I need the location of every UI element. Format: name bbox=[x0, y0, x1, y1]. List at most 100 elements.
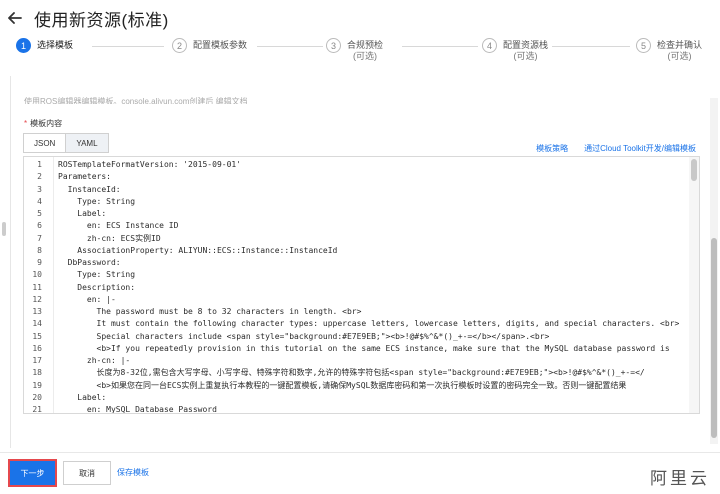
step-number: 5 bbox=[636, 38, 651, 53]
format-tabs: JSON YAML bbox=[23, 133, 109, 153]
code-line: 13 The password must be 8 to 32 characte… bbox=[24, 306, 699, 318]
editor-scrollbar[interactable] bbox=[689, 157, 699, 413]
step-label: 配置资源栈 (可选) bbox=[503, 40, 549, 61]
editor-links: 模板策略 通过Cloud Toolkit开发/编辑模板 bbox=[536, 143, 696, 154]
line-number: 21 bbox=[32, 405, 42, 414]
sidebar-collapse-handle[interactable] bbox=[2, 222, 6, 236]
line-number: 6 bbox=[37, 221, 42, 231]
code-line: 17 zh-cn: |- bbox=[24, 355, 699, 367]
line-number: 5 bbox=[37, 209, 42, 218]
line-number: 18 bbox=[32, 368, 42, 378]
step-connector bbox=[257, 46, 323, 47]
step-number: 1 bbox=[16, 38, 31, 53]
tab-json[interactable]: JSON bbox=[23, 133, 67, 153]
code-line: 5 Label: bbox=[24, 208, 699, 220]
code-line: 10 Type: String bbox=[24, 269, 699, 281]
step-1: 1 选择模板 bbox=[16, 38, 73, 53]
code-text: <b>If you repeatedly provision in this t… bbox=[58, 343, 670, 353]
code-line: 14 It must contain the following charact… bbox=[24, 318, 699, 330]
code-line: 12 en: |- bbox=[24, 294, 699, 306]
cancel-button[interactable]: 取消 bbox=[63, 461, 111, 485]
code-text: <b>如果您在同一台ECS实例上重复执行本教程的一键配置模板,请确保MySQL数… bbox=[58, 380, 627, 390]
code-line: 11 Description: bbox=[24, 282, 699, 294]
code-text: 长度为8-32位,需包含大写字母、小写字母、特殊字符和数字,允许的特殊字符包括<… bbox=[58, 368, 645, 378]
step-connector bbox=[92, 46, 164, 47]
code-text: Description: bbox=[58, 282, 136, 292]
page-scrollbar[interactable] bbox=[710, 98, 718, 444]
step-number: 2 bbox=[172, 38, 187, 53]
tab-yaml[interactable]: YAML bbox=[65, 133, 109, 153]
page-header: 使用新资源(标准) bbox=[0, 0, 720, 36]
code-line: 6 en: ECS Instance ID bbox=[24, 220, 699, 232]
line-number: 19 bbox=[32, 380, 42, 390]
line-number: 3 bbox=[37, 184, 42, 194]
step-4: 4 配置资源栈 (可选) bbox=[482, 38, 548, 62]
code-line: 1 ROSTemplateFormatVersion: '2015-09-01' bbox=[24, 159, 699, 171]
code-editor[interactable]: 1 ROSTemplateFormatVersion: '2015-09-01' 2… bbox=[23, 156, 700, 414]
code-line: 8 AssociationProperty: ALIYUN::ECS::Inst… bbox=[24, 245, 699, 257]
line-number: 9 bbox=[37, 258, 42, 267]
footer-bar: 下一步 取消 保存模板 bbox=[0, 452, 720, 494]
line-number: 17 bbox=[32, 356, 42, 365]
code-text: Label: bbox=[58, 209, 107, 218]
code-text: DbPassword: bbox=[58, 258, 121, 267]
page-scrollbar-thumb[interactable] bbox=[711, 238, 717, 438]
line-number: 13 bbox=[32, 307, 42, 316]
save-template-link[interactable]: 保存模板 bbox=[117, 467, 149, 478]
code-text: Label: bbox=[58, 392, 107, 402]
code-line: 18 长度为8-32位,需包含大写字母、小写字母、特殊字符和数字,允许的特殊字符… bbox=[24, 367, 699, 379]
page-title: 使用新资源(标准) bbox=[34, 10, 169, 30]
line-number: 14 bbox=[32, 319, 42, 329]
code-text: Type: String bbox=[58, 270, 136, 280]
line-number: 1 bbox=[37, 160, 42, 169]
step-label: 选择模板 bbox=[37, 40, 74, 50]
line-number: 15 bbox=[32, 331, 42, 341]
code-line: 3 InstanceId: bbox=[24, 184, 699, 196]
step-connector bbox=[402, 46, 478, 47]
code-text: en: |- bbox=[58, 294, 116, 304]
step-2: 2 配置模板参数 bbox=[172, 38, 247, 53]
required-mark: * bbox=[24, 119, 28, 128]
code-text: Parameters: bbox=[58, 172, 111, 182]
template-hint-text: 使用ROS编辑器编辑模板。console.aliyun.com创建后 编辑文档 bbox=[24, 97, 248, 104]
step-number: 4 bbox=[482, 38, 497, 53]
editor-scrollbar-thumb[interactable] bbox=[691, 159, 697, 181]
line-number: 7 bbox=[37, 233, 42, 243]
code-line: 20 Label: bbox=[24, 392, 699, 404]
step-3: 3 合规预检 (可选) bbox=[326, 38, 383, 62]
code-text: ROSTemplateFormatVersion: '2015-09-01' bbox=[58, 160, 242, 169]
code-text: Type: String bbox=[58, 196, 136, 206]
code-line: 15 Special characters include <span styl… bbox=[24, 331, 699, 343]
code-text: en: ECS Instance ID bbox=[58, 221, 179, 231]
code-text: en: MySQL Database Password bbox=[58, 405, 217, 414]
code-text: zh-cn: ECS实例ID bbox=[58, 233, 161, 243]
template-policy-link[interactable]: 模板策略 bbox=[536, 143, 568, 154]
line-number: 8 bbox=[37, 245, 42, 255]
steps-bar: 1 选择模板 2 配置模板参数 3 合规预检 (可选) 4 配置资源栈 (可选) 5… bbox=[0, 38, 720, 72]
line-number: 12 bbox=[32, 294, 42, 304]
code-line: 21 en: MySQL Database Password bbox=[24, 404, 699, 414]
line-number: 20 bbox=[32, 392, 42, 402]
back-arrow-icon[interactable] bbox=[8, 10, 24, 26]
code-line: 2 Parameters: bbox=[24, 171, 699, 183]
step-5: 5 检查并确认 (可选) bbox=[636, 38, 702, 62]
step-label: 合规预检 (可选) bbox=[347, 40, 384, 61]
step-label: 配置模板参数 bbox=[193, 40, 248, 50]
cloud-toolkit-link[interactable]: 通过Cloud Toolkit开发/编辑模板 bbox=[584, 143, 696, 154]
code-text: Special characters include <span style="… bbox=[58, 331, 550, 341]
template-content-label: * 模板内容 bbox=[24, 119, 63, 128]
next-button[interactable]: 下一步 bbox=[8, 459, 57, 487]
code-text: The password must be 8 to 32 characters … bbox=[58, 307, 362, 316]
line-number: 11 bbox=[32, 282, 42, 292]
line-number: 2 bbox=[37, 172, 42, 182]
code-line: 9 DbPassword: bbox=[24, 257, 699, 269]
step-connector bbox=[552, 46, 630, 47]
aliyun-watermark: 阿里云 bbox=[650, 469, 710, 488]
code-text: AssociationProperty: ALIYUN::ECS::Instan… bbox=[58, 245, 338, 255]
code-text: InstanceId: bbox=[58, 184, 121, 194]
line-number: 16 bbox=[32, 343, 42, 353]
line-number: 4 bbox=[37, 196, 42, 206]
step-label: 检查并确认 (可选) bbox=[657, 40, 703, 61]
code-text: It must contain the following character … bbox=[58, 319, 680, 329]
code-text: zh-cn: |- bbox=[58, 356, 131, 365]
